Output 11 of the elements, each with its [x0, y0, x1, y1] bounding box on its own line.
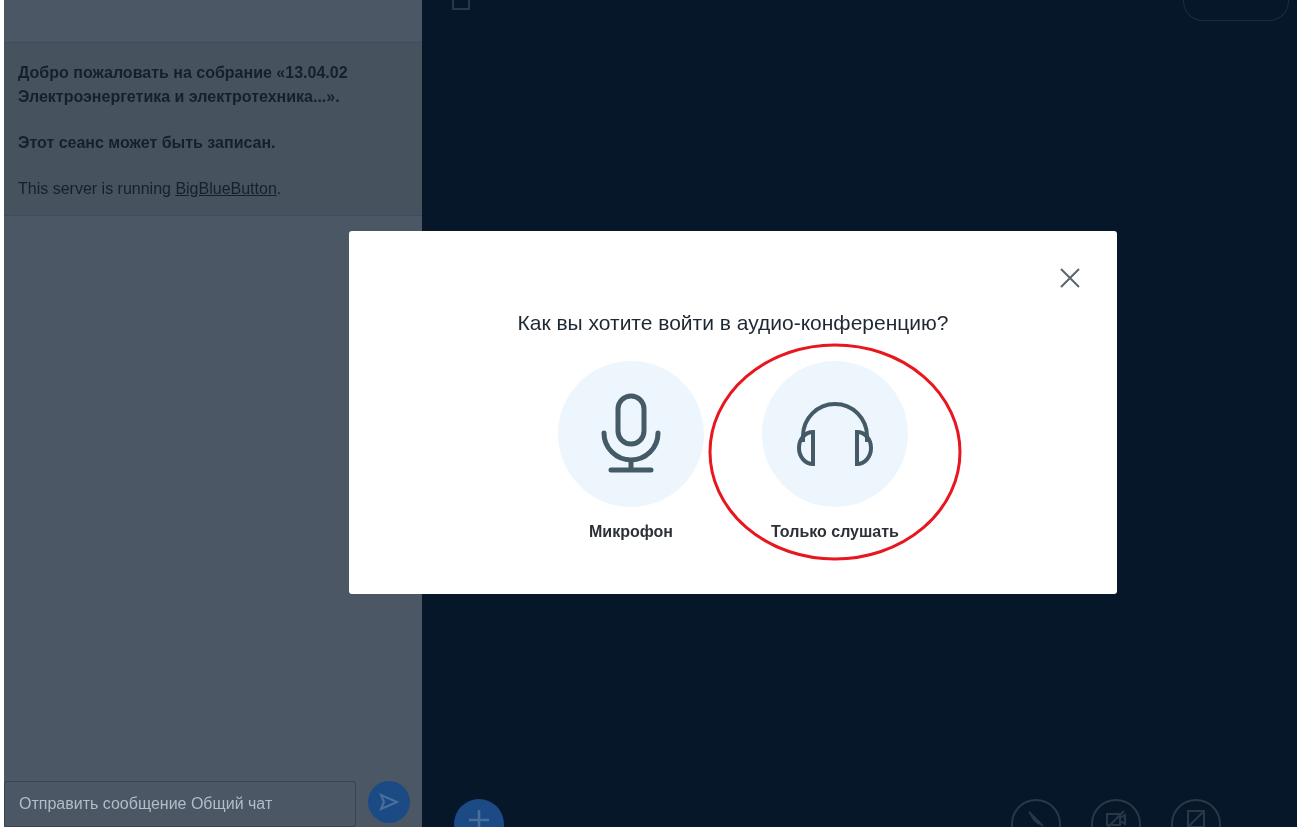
chat-input-field[interactable]: Отправить сообщение Общий чат: [4, 781, 356, 827]
camera-off-icon: [1105, 809, 1127, 827]
microphone-icon: [599, 393, 663, 475]
document-icon[interactable]: [452, 0, 470, 10]
close-icon[interactable]: [1059, 267, 1081, 289]
plus-icon: [468, 809, 490, 827]
send-icon: [379, 793, 399, 811]
screen-share-off-icon: [1186, 809, 1206, 827]
dialog-title: Как вы хотите войти в аудио-конференцию?: [517, 311, 949, 335]
send-button[interactable]: [368, 781, 410, 823]
headphones-icon: [795, 400, 875, 468]
